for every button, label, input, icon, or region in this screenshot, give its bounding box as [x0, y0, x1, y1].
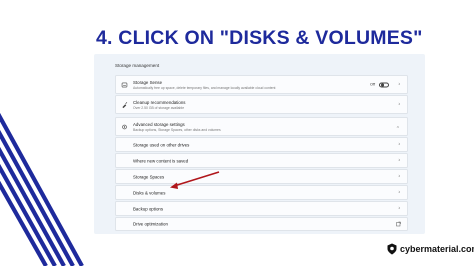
sub-item-storage-spaces[interactable]: Storage Spaces › — [115, 169, 408, 184]
sub-item-storage-other-drives[interactable]: Storage used on other drives › — [115, 137, 408, 152]
external-link-icon — [396, 221, 401, 227]
chevron-right-icon: › — [398, 141, 400, 147]
chevron-right-icon: › — [398, 205, 400, 211]
sub-item-label: Storage Spaces — [133, 174, 165, 179]
gear-storage-icon — [122, 124, 127, 129]
storage-sense-description: Automatically free up space, delete temp… — [133, 86, 276, 90]
chevron-up-icon: › — [395, 125, 402, 128]
sub-item-label: Disks & volumes — [133, 190, 166, 195]
storage-sense-title: Storage Sense — [133, 80, 163, 85]
sub-item-new-content-location[interactable]: Where new content is saved › — [115, 153, 408, 168]
advanced-description: Backup options, Storage Spaces, other di… — [133, 128, 221, 132]
shield-logo-icon — [387, 243, 397, 255]
section-title: Storage management — [115, 63, 160, 68]
cleanup-icon — [122, 101, 128, 108]
brand-name: cybermaterial.com — [400, 244, 474, 254]
advanced-storage-settings-row[interactable]: Advanced storage settings Backup options… — [115, 117, 408, 136]
settings-panel: Storage management Storage Sense Automat… — [94, 54, 425, 234]
storage-sense-icon — [121, 82, 128, 87]
sub-item-drive-optimization[interactable]: Drive optimization — [115, 217, 408, 231]
page-heading: 4. CLICK ON "DISKS & VOLUMES" — [96, 27, 423, 49]
brand: cybermaterial.com — [387, 243, 474, 255]
sub-item-label: Backup options — [133, 206, 164, 211]
cleanup-description: Over 2.50 GB of storage available — [133, 106, 185, 110]
sub-item-label: Storage used on other drives — [133, 142, 190, 147]
sub-item-label: Where new content is saved — [133, 158, 189, 163]
sub-item-backup-options[interactable]: Backup options › — [115, 201, 408, 216]
toggle-knob — [381, 83, 384, 87]
storage-sense-row[interactable]: Storage Sense Automatically free up spac… — [115, 75, 408, 94]
cleanup-title: Cleanup recommendations — [133, 100, 186, 105]
chevron-right-icon: › — [398, 81, 400, 87]
toggle-state-label: Off — [370, 82, 375, 87]
sub-item-disks-volumes[interactable]: Disks & volumes › — [115, 185, 408, 200]
chevron-right-icon: › — [398, 189, 400, 195]
cleanup-recommendations-row[interactable]: Cleanup recommendations Over 2.50 GB of … — [115, 95, 408, 114]
advanced-title: Advanced storage settings — [133, 122, 185, 127]
chevron-right-icon: › — [398, 157, 400, 163]
chevron-right-icon: › — [398, 101, 400, 107]
chevron-right-icon: › — [398, 173, 400, 179]
sub-item-label: Drive optimization — [133, 221, 168, 227]
storage-sense-toggle[interactable] — [379, 82, 389, 87]
storage-sense-toggle-group[interactable]: Off — [370, 82, 389, 87]
